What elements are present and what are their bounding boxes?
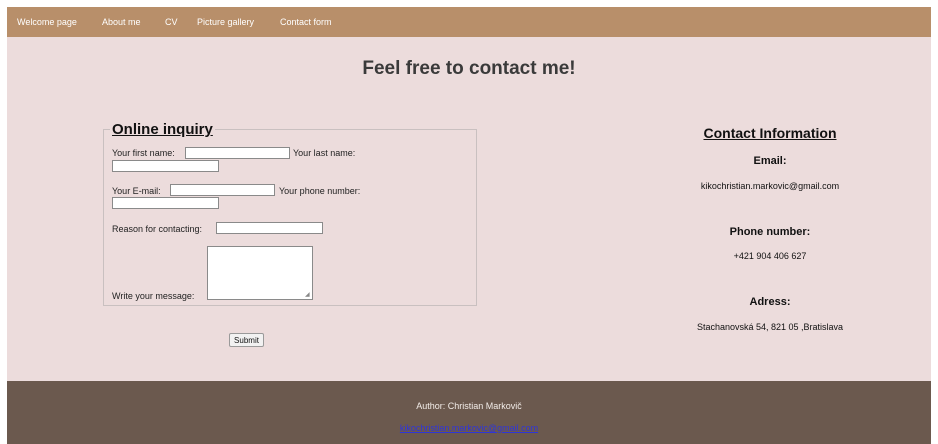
email-value: kikochristian.markovic@gmail.com bbox=[700, 181, 840, 191]
nav-item-welcome-page[interactable]: Welcome page bbox=[17, 17, 77, 27]
form-legend: Online inquiry bbox=[112, 121, 213, 138]
reason-label: Reason for contacting: bbox=[112, 224, 203, 234]
email-label: Your E-mail: bbox=[112, 186, 161, 196]
top-navbar: Welcome page About me CV Picture gallery… bbox=[7, 7, 931, 37]
nav-item-picture-gallery[interactable]: Picture gallery bbox=[197, 17, 254, 27]
page-title: Feel free to contact me! bbox=[362, 58, 576, 79]
page-frame: Welcome page About me CV Picture gallery… bbox=[7, 7, 931, 444]
last-name-label: Your last name: bbox=[293, 148, 356, 158]
contact-heading: Contact Information bbox=[703, 125, 837, 141]
first-name-label: Your first name: bbox=[112, 148, 175, 158]
footer: Author: Christian Markovič kikochristian… bbox=[7, 381, 931, 444]
phone-value: +421 904 406 627 bbox=[733, 251, 807, 261]
reason-input[interactable] bbox=[216, 222, 323, 234]
email-heading: Email: bbox=[753, 155, 787, 167]
footer-author: Author: Christian Markovič bbox=[416, 401, 522, 411]
phone-label: Your phone number: bbox=[279, 186, 361, 196]
submit-button[interactable]: Submit bbox=[229, 333, 264, 347]
resize-grip-icon[interactable]: ◢ bbox=[305, 292, 310, 298]
nav-item-cv[interactable]: CV bbox=[165, 17, 178, 27]
message-label: Write your message: bbox=[112, 291, 195, 301]
nav-item-contact-form[interactable]: Contact form bbox=[280, 17, 332, 27]
nav-item-about-me[interactable]: About me bbox=[102, 17, 141, 27]
phone-input[interactable] bbox=[112, 197, 219, 209]
email-input[interactable] bbox=[170, 184, 275, 196]
address-value: Stachanovská 54, 821 05 ,Bratislava bbox=[696, 322, 844, 332]
address-heading: Adress: bbox=[749, 296, 791, 308]
last-name-input[interactable] bbox=[112, 160, 219, 172]
first-name-input[interactable] bbox=[185, 147, 290, 159]
message-textarea[interactable] bbox=[207, 246, 313, 300]
footer-email-link[interactable]: kikochristian.markovic@gmail.com bbox=[7, 423, 931, 433]
phone-heading: Phone number: bbox=[729, 226, 811, 238]
